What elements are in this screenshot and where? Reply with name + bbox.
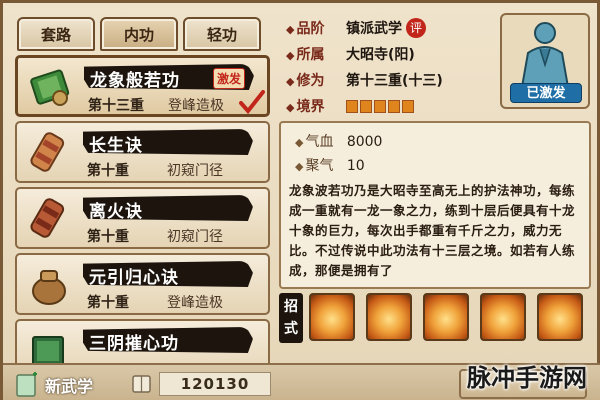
pouch-icon — [32, 270, 66, 305]
skill-item-changsheng[interactable]: 长生诀 第十重 初窥门径 — [15, 121, 270, 183]
site-watermark: 脉冲手游网 — [467, 363, 587, 392]
book-currency-icon — [132, 375, 151, 393]
skill-name: 龙象般若功 — [90, 71, 180, 91]
tab-neigong[interactable]: 内功 — [100, 17, 178, 51]
cultivation-row: ◆ 修为 第十三重(十三) — [286, 67, 476, 93]
cultivation-value: 第十三重(十三) — [346, 73, 443, 89]
move-icon-1[interactable] — [309, 293, 355, 341]
skill-description: 龙象波若功乃是大昭寺至高无上的护法神功，每练成一重就有一龙一象之力，练到十层后便… — [289, 183, 576, 278]
skill-item-longxiang[interactable]: 龙象般若功 激发 第十三重 登峰造极 — [15, 55, 270, 117]
hp-value: 8000 — [346, 134, 383, 150]
skill-level: 第十重 — [87, 295, 129, 311]
skill-status: 初窥门径 — [167, 229, 223, 245]
game-window: 套路 内功 轻功 龙象般若功 激发 第十三重 登峰造极 长生诀 第十重 初窥门径… — [0, 0, 600, 400]
rank-key: ◆ 品阶 — [286, 21, 325, 37]
monk-figure-icon — [520, 22, 570, 88]
move-icon-2[interactable] — [366, 293, 412, 341]
moves-label: 招式 — [279, 293, 303, 343]
scroll-icon — [30, 198, 65, 238]
realm-bar — [402, 99, 414, 113]
cultivation-key: ◆ 修为 — [286, 73, 325, 89]
tab-taolu[interactable]: 套路 — [17, 17, 95, 51]
scroll-icon — [30, 132, 65, 172]
activated-tag: 已激发 — [510, 83, 582, 103]
new-skill-button[interactable]: 新武学 — [15, 371, 93, 399]
description-panel: ◆ 气血 8000 ◆ 聚气 10 龙象波若功乃是大昭寺至高无上的护法神功，每练成一… — [279, 121, 591, 289]
sect-value: 大昭寺(阳) — [346, 47, 415, 63]
skill-name: 离火诀 — [89, 202, 143, 222]
skill-status: 登峰造极 — [167, 295, 223, 311]
qi-value: 10 — [346, 158, 365, 174]
skill-item-lihuo[interactable]: 离火诀 第十重 初窥门径 — [15, 187, 270, 249]
move-icon-5[interactable] — [537, 293, 583, 341]
skill-name: 元引归心诀 — [89, 268, 179, 288]
skill-list: 龙象般若功 激发 第十三重 登峰造极 长生诀 第十重 初窥门径 离火诀 第十重 … — [15, 55, 270, 363]
tab-bar: 套路 内功 轻功 — [17, 17, 261, 51]
sect-key: ◆ 所属 — [286, 47, 325, 63]
realm-bars — [346, 99, 414, 113]
realm-bar — [388, 99, 400, 113]
activated-badge: 激发 — [212, 68, 245, 89]
monk-avatar: 已激发 — [500, 13, 590, 109]
move-icon-4[interactable] — [480, 293, 526, 341]
new-book-icon — [16, 372, 37, 397]
skill-info: ◆ 品阶 镇派武学 评 ◆ 所属 大昭寺(阳) ◆ 修为 第十三重(十三) ◆ 境界 — [286, 15, 476, 119]
skill-name: 长生诀 — [89, 136, 143, 156]
rank-row: ◆ 品阶 镇派武学 评 — [286, 15, 476, 41]
skill-level: 第十重 — [87, 163, 129, 179]
skill-level: 第十重 — [87, 229, 129, 245]
currency-value: 120130 — [159, 372, 271, 396]
realm-bar — [374, 99, 386, 113]
skill-status: 登峰造极 — [168, 98, 224, 114]
qi-stat: ◆ 聚气 10 — [295, 158, 365, 174]
currency-display: 120130 — [131, 372, 271, 396]
hp-stat: ◆ 气血 8000 — [295, 134, 383, 150]
realm-key: ◆ 境界 — [286, 99, 325, 115]
skill-level: 第十三重 — [88, 98, 144, 114]
book-icon — [32, 336, 64, 363]
realm-row: ◆ 境界 — [286, 93, 476, 119]
realm-bar — [346, 99, 358, 113]
checkmark-icon — [239, 90, 265, 114]
rank-value: 镇派武学 — [346, 21, 402, 37]
scroll-book-icon — [30, 69, 70, 106]
skill-name: 三阴摧心功 — [89, 334, 179, 354]
skill-item-sanyin[interactable]: 三阴摧心功 — [15, 319, 270, 363]
skill-status: 初窥门径 — [167, 163, 223, 179]
skill-item-yuanyin[interactable]: 元引归心诀 第十重 登峰造极 — [15, 253, 270, 315]
rank-tag: 评 — [406, 18, 426, 38]
realm-bar — [360, 99, 372, 113]
sect-row: ◆ 所属 大昭寺(阳) — [286, 41, 476, 67]
move-icon-3[interactable] — [423, 293, 469, 341]
tab-qinggong[interactable]: 轻功 — [183, 17, 261, 51]
